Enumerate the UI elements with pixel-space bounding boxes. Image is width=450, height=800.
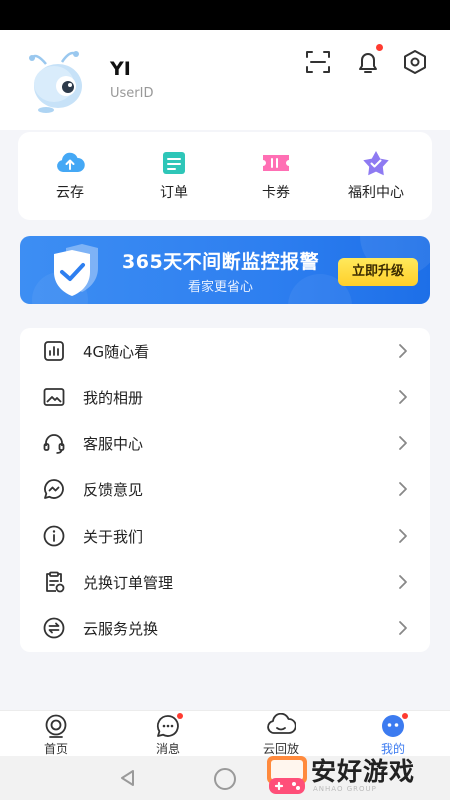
chevron-right-icon: [399, 344, 407, 358]
menu-item-cloud-exchange[interactable]: 云服务兑换: [20, 605, 430, 651]
watermark-text: 安好游戏: [311, 757, 416, 786]
quick-action-label: 福利中心: [348, 185, 404, 201]
profile-header: YI UserID: [0, 30, 450, 130]
avatar[interactable]: [24, 48, 92, 116]
tab-home[interactable]: 首页: [26, 713, 86, 757]
quick-action-label: 卡券: [262, 185, 290, 201]
quick-action-label: 订单: [160, 185, 188, 201]
order-icon: [163, 152, 185, 174]
feedback-icon: [44, 479, 64, 499]
menu-item-label: 我的相册: [83, 389, 144, 407]
coupon-icon: [263, 155, 289, 171]
star-badge-icon: [363, 151, 389, 176]
quick-action-welfare-center[interactable]: 福利中心: [336, 150, 416, 202]
menu-item-exchange-orders[interactable]: 兑换订单管理: [20, 559, 430, 605]
menu-item-customer-service[interactable]: 客服中心: [20, 420, 430, 466]
messages-badge: [177, 713, 183, 719]
watermark-subtext: ANHAO GROUP: [313, 785, 377, 793]
tab-label: 消息: [155, 742, 180, 756]
mine-badge: [402, 713, 408, 719]
username: YI: [110, 58, 131, 80]
bell-icon[interactable]: [354, 48, 382, 76]
upgrade-now-button[interactable]: 立即升级: [338, 258, 418, 286]
chevron-right-icon: [399, 436, 407, 450]
chevron-right-icon: [399, 621, 407, 635]
chevron-right-icon: [399, 482, 407, 496]
chevron-right-icon: [399, 575, 407, 589]
gamepad-logo-icon: [267, 756, 307, 794]
quick-action-orders[interactable]: 订单: [134, 150, 214, 202]
quick-action-label: 云存: [56, 185, 84, 201]
banner-title: 365天不间断监控报警: [122, 251, 320, 273]
shield-icon: [54, 244, 98, 296]
scan-icon[interactable]: [304, 48, 332, 76]
menu-item-label: 关于我们: [83, 528, 144, 546]
tab-messages[interactable]: 消息: [138, 713, 198, 757]
chevron-right-icon: [399, 529, 407, 543]
info-icon: [43, 525, 65, 547]
chevron-right-icon: [399, 390, 407, 404]
menu-item-label: 云服务兑换: [83, 620, 159, 638]
headset-icon: [43, 434, 65, 454]
menu-list: 4G随心看 我的相册 客服中心 反馈意见 关于我们 兑换订单管理 云服务兑换: [20, 328, 430, 652]
menu-item-label: 4G随心看: [83, 343, 150, 361]
upgrade-banner[interactable]: 365天不间断监控报警 看家更省心 立即升级: [20, 236, 430, 304]
quick-actions-card: 云存 订单 卡券 福利中心: [18, 132, 432, 220]
menu-item-label: 客服中心: [83, 435, 144, 453]
quick-action-cloud-storage[interactable]: 云存: [30, 150, 110, 202]
quick-action-coupons[interactable]: 卡券: [236, 150, 316, 202]
banner-subtitle: 看家更省心: [188, 280, 254, 295]
menu-item-label: 反馈意见: [83, 481, 144, 499]
cloud-playback-icon: [267, 713, 296, 734]
camera-icon: [45, 714, 67, 738]
notification-badge: [376, 44, 383, 51]
settings-icon[interactable]: [401, 48, 429, 76]
sim-card-icon: [44, 341, 64, 361]
tab-label: 首页: [43, 742, 68, 756]
cloud-upload-icon: [57, 152, 85, 172]
menu-item-album[interactable]: 我的相册: [20, 374, 430, 420]
back-icon[interactable]: [118, 768, 138, 788]
menu-item-about-us[interactable]: 关于我们: [20, 513, 430, 559]
menu-item-4g[interactable]: 4G随心看: [20, 328, 430, 374]
home-circle-icon[interactable]: [214, 768, 236, 790]
album-icon: [43, 388, 65, 406]
status-bar: [0, 0, 450, 30]
user-id-label: UserID: [110, 86, 154, 101]
menu-item-label: 兑换订单管理: [83, 574, 174, 592]
watermark-logo: 安好游戏 ANHAO GROUP: [263, 750, 450, 800]
clipboard-icon: [46, 571, 65, 593]
exchange-icon: [43, 617, 65, 639]
menu-item-feedback[interactable]: 反馈意见: [20, 466, 430, 512]
